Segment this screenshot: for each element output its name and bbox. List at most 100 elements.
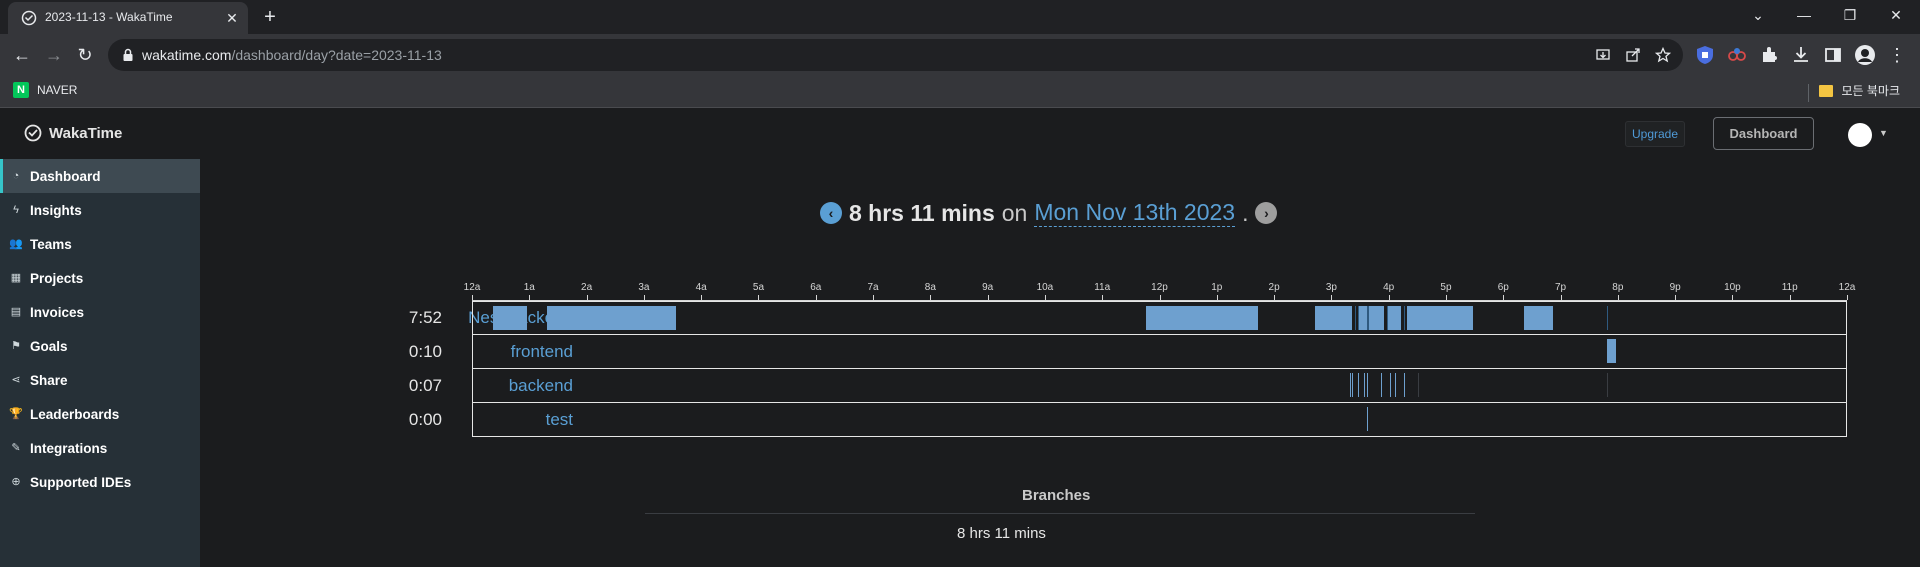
wakatime-logo[interactable]: WakaTime xyxy=(24,124,122,142)
back-button[interactable]: ← xyxy=(10,43,34,67)
activity-segment[interactable] xyxy=(1358,306,1384,330)
hour-tick-mark xyxy=(1159,295,1161,300)
sidebar-item-share[interactable]: ⋖ Share xyxy=(0,363,200,397)
sidebar-item-label: Invoices xyxy=(30,304,85,320)
sidebar-item-supported-ides[interactable]: ⊕ Supported IDEs xyxy=(0,465,200,499)
activity-tick xyxy=(1366,373,1368,397)
minimize-button[interactable]: — xyxy=(1781,0,1827,30)
hour-tick-label: 3p xyxy=(1325,282,1337,293)
hour-tick-mark xyxy=(472,295,473,300)
shield-extension-icon[interactable] xyxy=(1694,44,1716,66)
browser-menu-icon[interactable]: ⋮ xyxy=(1885,43,1909,67)
hour-tick-mark xyxy=(1503,295,1505,300)
bookmark-star-icon[interactable] xyxy=(1655,47,1671,63)
sidebar-item-label: Goals xyxy=(30,338,68,354)
all-bookmarks[interactable]: 모든 북마크 xyxy=(1819,82,1900,99)
sidebar-item-label: Insights xyxy=(30,202,82,218)
activity-tick xyxy=(1349,373,1351,397)
sidebar-item-projects[interactable]: ▦ Projects xyxy=(0,261,200,295)
dashboard-button[interactable]: Dashboard xyxy=(1713,117,1814,150)
sidebar-item-dashboard[interactable]: ◔ Dashboard xyxy=(0,159,200,193)
hour-tick-label: 9a xyxy=(982,282,994,293)
hour-tick-mark xyxy=(1102,295,1104,300)
hour-tick-mark xyxy=(643,295,645,300)
activity-segment[interactable] xyxy=(1406,306,1473,330)
hour-tick-label: 12a xyxy=(463,282,481,293)
hour-tick-label: 6a xyxy=(810,282,822,293)
activity-tick xyxy=(1367,306,1369,330)
bookmark-naver[interactable]: N NAVER xyxy=(13,82,77,98)
activity-tick xyxy=(1403,306,1405,330)
share-icon: ⋖ xyxy=(11,374,21,386)
share-page-icon[interactable] xyxy=(1625,47,1641,63)
hour-tick-label: 2p xyxy=(1268,282,1280,293)
close-window-button[interactable]: ✕ xyxy=(1873,0,1919,30)
caret-down-icon[interactable]: ▼ xyxy=(1879,128,1888,138)
hour-tick-mark xyxy=(930,295,932,300)
sidebar-item-label: Share xyxy=(30,372,68,388)
activity-segment[interactable] xyxy=(1607,339,1616,363)
hour-tick-label: 2a xyxy=(581,282,593,293)
tab-title: 2023-11-13 - WakaTime xyxy=(45,10,173,24)
hour-tick-label: 10p xyxy=(1724,282,1741,293)
side-panel-icon[interactable] xyxy=(1822,44,1844,66)
sidebar-item-label: Dashboard xyxy=(30,168,101,184)
sidebar-item-integrations[interactable]: ✎ Integrations xyxy=(0,431,200,465)
browser-tab[interactable]: 2023-11-13 - WakaTime ✕ xyxy=(8,2,248,34)
download-icon[interactable] xyxy=(1790,44,1812,66)
activity-tick xyxy=(1366,407,1368,431)
install-app-icon[interactable] xyxy=(1595,47,1611,63)
reload-button[interactable]: ↻ xyxy=(73,43,97,67)
new-tab-button[interactable]: + xyxy=(259,6,281,28)
puzzle-extensions-icon[interactable] xyxy=(1758,44,1780,66)
wakatime-page: WakaTime Upgrade Dashboard ▼ ◔ Dashboard ϟ… xyxy=(0,109,1920,567)
lock-icon xyxy=(123,48,133,61)
wrench-icon: ✎ xyxy=(11,442,21,454)
hour-tick-label: 5p xyxy=(1440,282,1452,293)
sidebar-item-insights[interactable]: ϟ Insights xyxy=(0,193,200,227)
activity-tick xyxy=(1381,373,1383,397)
all-bookmarks-label: 모든 북마크 xyxy=(1841,84,1900,98)
project-duration: 7:52 xyxy=(408,308,442,327)
upgrade-button[interactable]: Upgrade xyxy=(1625,121,1686,147)
user-avatar[interactable] xyxy=(1848,123,1872,147)
hour-tick-mark xyxy=(758,295,760,300)
sidebar-item-label: Supported IDEs xyxy=(30,474,132,490)
sidebar-item-label: Teams xyxy=(30,236,72,252)
sidebar-item-goals[interactable]: ⚑ Goals xyxy=(0,329,200,363)
hour-tick-mark xyxy=(1617,295,1619,300)
hour-tick-label: 4a xyxy=(695,282,707,293)
tab-close-icon[interactable]: ✕ xyxy=(224,10,240,26)
activity-tick xyxy=(1358,306,1360,330)
sidebar-item-leaderboards[interactable]: 🏆 Leaderboards xyxy=(0,397,200,431)
hour-tick-mark xyxy=(1789,295,1791,300)
activity-segment[interactable] xyxy=(547,306,677,330)
hour-tick-label: 7a xyxy=(867,282,879,293)
hour-tick-label: 3a xyxy=(638,282,650,293)
tab-search-icon[interactable]: ⌄ xyxy=(1735,0,1781,30)
activity-segment[interactable] xyxy=(493,306,528,330)
hour-tick-label: 1p xyxy=(1211,282,1223,293)
hour-tick-mark xyxy=(1044,295,1046,300)
activity-tick xyxy=(1607,373,1609,397)
address-bar[interactable]: wakatime.com/dashboard/day?date=2023-11-… xyxy=(108,39,1683,71)
profile-avatar-icon[interactable] xyxy=(1854,44,1876,66)
activity-segment[interactable] xyxy=(1524,306,1553,330)
sidebar-item-teams[interactable]: 👥 Teams xyxy=(0,227,200,261)
activity-segment[interactable] xyxy=(1146,306,1258,330)
activity-segment[interactable] xyxy=(1386,306,1402,330)
sidebar-item-invoices[interactable]: ▤ Invoices xyxy=(0,295,200,329)
main-content: ‹ 8 hrs 11 mins on Mon Nov 13th 2023 . ›… xyxy=(200,159,1920,567)
forward-button[interactable]: → xyxy=(42,43,66,67)
bookmark-naver-label: NAVER xyxy=(37,83,78,97)
hour-tick-label: 9p xyxy=(1669,282,1681,293)
hour-tick-mark xyxy=(1560,295,1562,300)
project-activity-row xyxy=(472,403,1847,437)
hour-tick-mark xyxy=(1388,295,1390,300)
folder-icon xyxy=(1819,84,1834,97)
maximize-button[interactable]: ❐ xyxy=(1827,0,1873,30)
activity-segment[interactable] xyxy=(1315,306,1353,330)
activity-tick xyxy=(1386,306,1388,330)
glasses-extension-icon[interactable] xyxy=(1726,44,1748,66)
hour-tick-mark xyxy=(1274,295,1276,300)
